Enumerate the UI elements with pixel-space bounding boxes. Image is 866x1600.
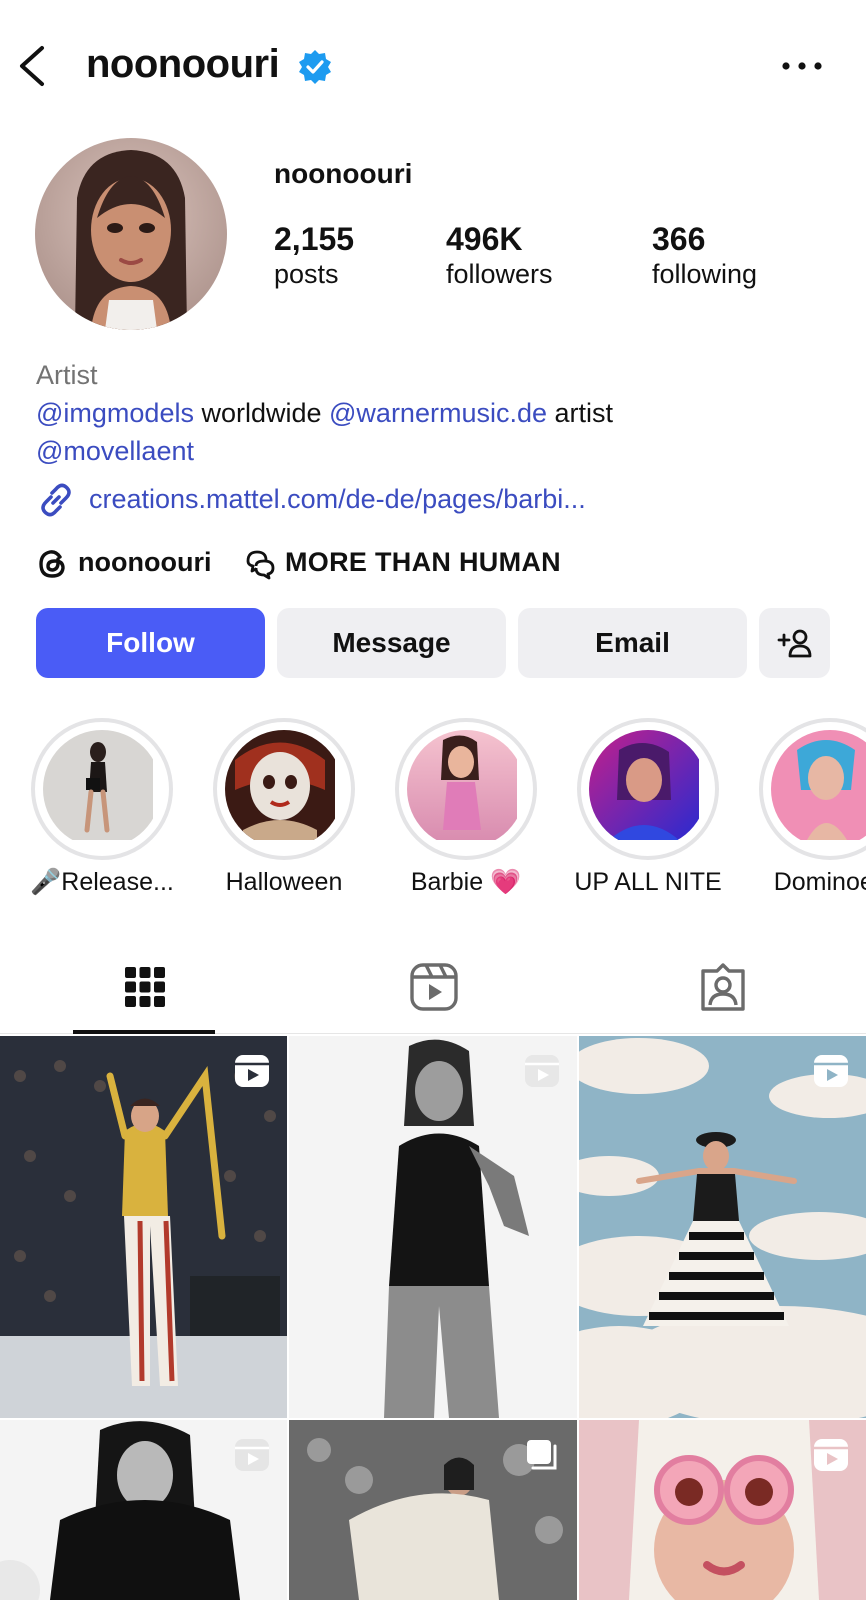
reel-badge-icon <box>814 1439 848 1471</box>
threads-row: noonoouri MORE THAN HUMAN <box>36 545 836 585</box>
highlight-cover <box>407 730 525 848</box>
profile-bio: Artist @imgmodels worldwide @warnermusic… <box>36 356 836 470</box>
channel-name[interactable]: MORE THAN HUMAN <box>285 547 561 578</box>
verified-badge-icon <box>299 50 331 84</box>
highlight-label: 🎤Release... <box>30 868 174 896</box>
posts-stat[interactable]: 2,155 posts <box>274 220 354 290</box>
following-count: 366 <box>652 221 706 257</box>
story-highlight[interactable]: 🎤Release... <box>30 718 174 896</box>
follow-button[interactable]: Follow <box>36 608 265 678</box>
top-bar: noonoouri <box>0 30 866 100</box>
story-highlight[interactable]: Barbie 💗 <box>395 718 537 896</box>
post-thumbnail[interactable] <box>579 1036 866 1418</box>
add-person-icon <box>777 629 811 658</box>
link-icon <box>41 483 71 517</box>
highlight-cover <box>771 730 866 848</box>
highlight-label: UP ALL NITE <box>574 868 722 896</box>
following-label: following <box>652 259 758 289</box>
posts-label: posts <box>274 259 339 289</box>
story-highlight[interactable]: Halloween <box>213 718 355 896</box>
tagged-icon <box>700 963 745 1011</box>
highlight-label: Barbie 💗 <box>410 868 522 896</box>
profile-category: Artist <box>36 360 98 390</box>
post-thumbnail[interactable] <box>579 1420 866 1600</box>
highlight-label: Halloween <box>225 868 343 896</box>
reel-badge-icon <box>235 1439 269 1471</box>
followers-stat[interactable]: 496K followers <box>446 220 553 290</box>
reel-badge-icon <box>235 1055 269 1087</box>
profile-tabs <box>0 940 866 1034</box>
mention-link[interactable]: @movellaent <box>36 436 194 466</box>
carousel-badge-icon <box>527 1440 557 1470</box>
following-stat[interactable]: 366 following <box>652 220 757 290</box>
external-link[interactable]: creations.mattel.com/de-de/pages/barbi..… <box>36 478 836 522</box>
reel-badge-icon <box>525 1055 559 1087</box>
mention-link[interactable]: @warnermusic.de <box>329 398 547 428</box>
suggested-users-button[interactable] <box>759 608 830 678</box>
followers-label: followers <box>446 259 553 289</box>
chevron-left-icon[interactable] <box>14 44 54 88</box>
message-button[interactable]: Message <box>277 608 506 678</box>
more-horizontal-icon[interactable] <box>780 58 824 74</box>
reel-badge-icon <box>814 1055 848 1087</box>
followers-count: 496K <box>446 221 523 257</box>
profile-username: noonoouri <box>274 158 413 189</box>
mention-link[interactable]: @imgmodels <box>36 398 194 428</box>
email-button[interactable]: Email <box>518 608 747 678</box>
tab-tagged[interactable] <box>578 940 866 1034</box>
bio-text: artist <box>547 398 614 428</box>
threads-handle[interactable]: noonoouri <box>78 547 211 578</box>
threads-icon[interactable] <box>36 547 68 581</box>
post-thumbnail[interactable] <box>0 1036 287 1418</box>
link-text[interactable]: creations.mattel.com/de-de/pages/barbi..… <box>89 484 586 515</box>
tab-posts[interactable] <box>0 940 289 1034</box>
tab-reels[interactable] <box>289 940 578 1034</box>
bio-line-2: @movellaent <box>36 432 836 470</box>
post-thumbnail[interactable] <box>289 1036 577 1418</box>
profile-avatar[interactable] <box>35 138 227 330</box>
profile-title: noonoouri <box>86 42 280 86</box>
post-thumbnail[interactable] <box>0 1420 287 1600</box>
highlight-cover <box>225 730 343 848</box>
broadcast-channel-icon <box>246 550 275 580</box>
highlight-label: Dominoes <box>773 868 866 896</box>
highlight-cover <box>43 730 161 848</box>
reels-icon <box>409 963 458 1011</box>
active-tab-indicator <box>73 1030 215 1034</box>
post-thumbnail[interactable] <box>289 1420 577 1600</box>
posts-count: 2,155 <box>274 221 355 257</box>
bio-text: worldwide <box>193 398 330 428</box>
highlight-cover <box>589 730 707 848</box>
bio-line-1: @imgmodels worldwide @warnermusic.de art… <box>36 394 836 432</box>
story-highlight[interactable]: Dominoes <box>759 718 866 896</box>
grid-icon <box>124 967 165 1007</box>
story-highlight[interactable]: UP ALL NITE <box>574 718 722 896</box>
